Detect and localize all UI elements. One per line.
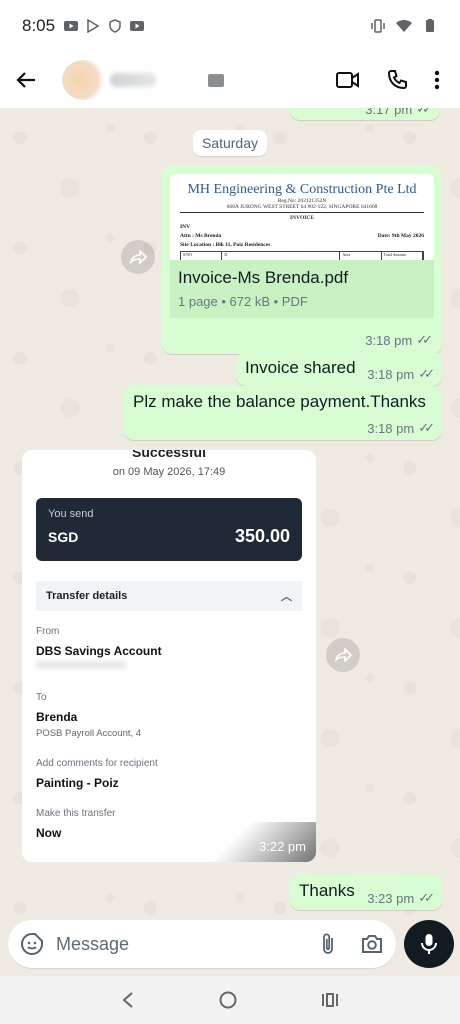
nav-home-icon[interactable] [218, 990, 238, 1010]
message-input-container[interactable] [8, 920, 396, 968]
message-text: Thanks [299, 881, 355, 900]
doc-inv: INV [180, 224, 191, 230]
shot-header: Successful [132, 450, 206, 460]
doc-date: Date: 9th May 2026 [377, 233, 424, 239]
shot-date: on 09 May 2026, 17:49 [112, 466, 226, 478]
doc-heading: INVOICE [289, 215, 315, 221]
video-call-icon[interactable] [336, 71, 360, 89]
back-button[interactable] [12, 66, 40, 94]
message-time: 3:17 pm [365, 108, 413, 117]
chat-bubble-icon [208, 73, 224, 87]
document-info[interactable]: Invoice-Ms Brenda.pdf 1 page • 672 kB • … [170, 260, 434, 318]
redacted-account [36, 661, 126, 669]
doc-site: Site Location : Blk 11, Poiz Residences [180, 242, 271, 248]
transfer-details-bar: Transfer details ︿ [36, 581, 302, 611]
send-amount-card: You send SGD 350.00 [36, 498, 302, 561]
when-label: Make this transfer [36, 808, 116, 819]
forward-icon [129, 250, 147, 264]
read-ticks-icon: ✓✓ [416, 108, 433, 116]
voice-record-button[interactable] [404, 920, 454, 968]
doc-address: 668A JURONG WEST STREET 64 #02-122, SING… [180, 204, 424, 213]
you-send-label: You send [48, 508, 94, 520]
to-label: To [36, 692, 47, 703]
to-sub: POSB Payroll Account, 4 [36, 728, 142, 739]
system-icons [370, 19, 438, 33]
message-time: 3:18 pm [367, 366, 415, 382]
doc-attn: Attn : Ms Brenda [180, 233, 222, 239]
image-message[interactable]: Successful on 09 May 2026, 17:49 You sen… [22, 450, 316, 862]
amount: 350.00 [234, 526, 290, 546]
emoji-sticker-icon[interactable] [20, 932, 44, 956]
youtube-icon [64, 21, 79, 31]
composer [0, 920, 460, 970]
document-preview[interactable]: MH Engineering & Construction Pte Ltd Re… [170, 174, 434, 260]
message-input[interactable] [56, 933, 276, 955]
wifi-icon [396, 19, 412, 32]
doc-col: Total Amount [382, 252, 423, 260]
status-time: 8:05 [22, 16, 56, 35]
arrow-back-icon [16, 72, 35, 88]
doc-col: Area [340, 252, 382, 260]
forward-button[interactable] [121, 240, 155, 274]
from-label: From [36, 626, 60, 637]
play-store-icon [87, 19, 100, 33]
from-value: DBS Savings Account [36, 644, 162, 658]
battery-icon [426, 19, 434, 32]
message-time: 3:23 pm [367, 890, 415, 906]
forward-icon [334, 648, 352, 662]
attach-icon[interactable] [320, 932, 336, 956]
message-text: Plz make the balance payment.Thanks [133, 392, 426, 411]
when-value: Now [36, 826, 62, 840]
shield-icon [109, 19, 121, 33]
read-ticks-icon: ✓✓ [418, 420, 435, 435]
read-ticks-icon: ✓✓ [418, 366, 435, 381]
nav-back-icon[interactable] [121, 992, 135, 1008]
more-vert-icon[interactable] [434, 70, 440, 90]
contact-name[interactable] [110, 73, 156, 87]
read-ticks-icon: ✓✓ [418, 890, 435, 905]
forward-button[interactable] [326, 638, 360, 672]
date-chip: Saturday [193, 130, 267, 156]
image-time: 3:22 pm [206, 822, 316, 862]
message-bubble[interactable]: Invoice shared 3:18 pm ✓✓ [236, 352, 442, 386]
message-time: 3:18 pm [367, 420, 415, 436]
contact-avatar[interactable] [62, 60, 106, 100]
message-time: 3:22 pm [259, 839, 306, 854]
message-bubble-partial[interactable]: 3:17 pm ✓✓ [290, 108, 440, 120]
status-bar: 8:05 [0, 0, 460, 52]
chevron-up-icon: ︿ [281, 591, 292, 603]
message-bubble[interactable]: Plz make the balance payment.Thanks 3:18… [124, 386, 442, 440]
chat-header [0, 52, 460, 108]
doc-col: D [222, 252, 341, 260]
document-name: Invoice-Ms Brenda.pdf [178, 268, 349, 287]
vibrate-icon [371, 19, 385, 33]
comments-value: Painting - Poiz [36, 776, 119, 790]
voice-call-icon[interactable] [386, 69, 408, 91]
nav-recents-icon[interactable] [321, 992, 339, 1008]
doc-col: S/NO [181, 252, 223, 260]
mic-icon [421, 934, 437, 954]
notification-icons [63, 19, 145, 33]
comments-label: Add comments for recipient [36, 758, 158, 769]
message-time: 3:18 pm [365, 332, 413, 348]
document-meta: 1 page • 672 kB • PDF [178, 294, 308, 309]
camera-icon[interactable] [360, 933, 384, 955]
read-ticks-icon: ✓✓ [416, 332, 433, 347]
transfer-details-label: Transfer details [46, 590, 128, 602]
message-text: Invoice shared [245, 358, 356, 377]
document-message[interactable]: MH Engineering & Construction Pte Ltd Re… [162, 166, 442, 354]
youtube-icon-2 [130, 21, 145, 31]
chat-area[interactable]: 3:17 pm ✓✓ Saturday MH Engineering & Con… [0, 108, 460, 920]
system-nav-bar [0, 976, 460, 1024]
to-value: Brenda [36, 710, 78, 724]
doc-table-header: S/NO D Area Total Amount [180, 251, 424, 260]
doc-company: MH Engineering & Construction Pte Ltd [187, 182, 417, 197]
currency: SGD [48, 529, 79, 545]
message-bubble[interactable]: Thanks 3:23 pm ✓✓ [290, 874, 442, 910]
